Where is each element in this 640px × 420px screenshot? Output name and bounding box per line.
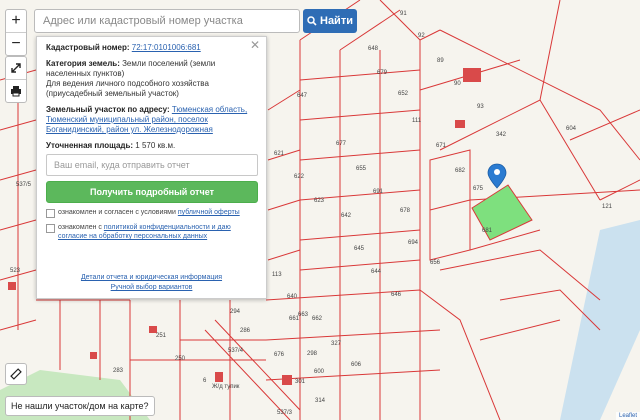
map-label-298: 298 xyxy=(307,351,318,357)
map-label-283: 283 xyxy=(113,368,124,374)
map-label-694: 694 xyxy=(408,240,419,246)
map-label-294: 294 xyxy=(230,309,241,315)
ruler-icon[interactable] xyxy=(5,363,27,385)
map-label-89: 89 xyxy=(437,58,444,64)
map-label-644: 644 xyxy=(371,269,382,275)
privacy-checkbox[interactable] xyxy=(46,224,55,233)
map-label-640: 640 xyxy=(287,294,298,300)
map-tools xyxy=(5,56,27,103)
map-label-681: 681 xyxy=(482,228,493,234)
fullscreen-icon[interactable] xyxy=(6,57,26,79)
search-button[interactable]: Найти xyxy=(303,9,357,33)
close-icon[interactable]: ✕ xyxy=(250,39,260,51)
map-label-679: 679 xyxy=(377,70,388,76)
map-label-663: 663 xyxy=(298,312,309,318)
privacy-agreement-row: ознакомлен с политикой конфиденциальност… xyxy=(46,223,258,241)
map-label-645: 645 xyxy=(354,246,365,252)
map-label-93: 93 xyxy=(477,104,484,110)
leaflet-attribution-link[interactable]: Leaflet xyxy=(615,412,640,420)
area-label: Уточненная площадь: xyxy=(46,141,134,150)
map-label-675: 675 xyxy=(473,186,484,192)
map-label-606: 606 xyxy=(351,362,362,368)
get-report-button[interactable]: Получить подробный отчет xyxy=(46,181,258,203)
map-label-662: 662 xyxy=(312,316,323,322)
manual-select-link[interactable]: Ручной выбор вариантов xyxy=(111,284,193,291)
zoom-control: + − xyxy=(5,9,27,56)
map-label-642: 642 xyxy=(341,213,352,219)
map-label-286: 286 xyxy=(240,328,251,334)
map-label-678: 678 xyxy=(400,208,411,214)
cadastral-number-label: Кадастровый номер: xyxy=(46,43,130,52)
not-found-button[interactable]: Не нашли участок/дом на карте? xyxy=(5,396,155,416)
map-label-111: 111 xyxy=(412,118,422,124)
cadastral-number-link[interactable]: 72:17:0101006:681 xyxy=(132,43,201,52)
offer-checkbox[interactable] xyxy=(46,209,55,218)
map-label-623: 623 xyxy=(314,198,325,204)
offer-link[interactable]: публичной оферты xyxy=(178,209,240,216)
zoom-out-button[interactable]: − xyxy=(6,32,26,55)
address-row: Земельный участок по адресу: Тюменская о… xyxy=(46,105,258,135)
map-label-652: 652 xyxy=(398,91,409,97)
area-value: 1 570 кв.м. xyxy=(135,141,176,150)
land-category-label: Категория земель: xyxy=(46,59,120,68)
map-label-90: 90 xyxy=(454,81,461,87)
map-label-691: 691 xyxy=(373,189,384,195)
map-label-537-5: 537/5 xyxy=(16,182,32,188)
map-label-676: 676 xyxy=(274,352,285,358)
map-label-314: 314 xyxy=(315,398,326,404)
address-label: Земельный участок по адресу: xyxy=(46,105,170,114)
privacy-agreement-text: ознакомлен с xyxy=(58,224,102,231)
map-label-91: 91 xyxy=(400,11,407,17)
map-label-301: 301 xyxy=(295,379,306,385)
area-row: Уточненная площадь: 1 570 кв.м. xyxy=(46,141,258,151)
parcel-info-panel: ✕ Кадастровый номер: 72:17:0101006:681 К… xyxy=(36,36,267,299)
map-label-113: 113 xyxy=(272,272,282,278)
land-usage-text: Для ведения личного подсобного хозяйства… xyxy=(46,79,209,98)
search-icon xyxy=(307,16,317,26)
map-label-621: 621 xyxy=(274,151,285,157)
map-label-250: 250 xyxy=(175,356,186,362)
map-label-537-3: 537/3 xyxy=(277,410,293,416)
land-category-row: Категория земель: Земли поселений (земли… xyxy=(46,59,258,79)
map-label-92: 92 xyxy=(418,33,425,39)
report-details-wrap: Детали отчета и юридическая информация xyxy=(37,273,266,282)
map-label-647: 647 xyxy=(297,93,308,99)
map-label-604: 604 xyxy=(566,126,577,132)
zoom-in-button[interactable]: + xyxy=(6,10,26,32)
map-label-600: 600 xyxy=(314,369,325,375)
map-label-671: 671 xyxy=(436,143,447,149)
search-box xyxy=(34,9,300,33)
email-field[interactable] xyxy=(46,154,258,176)
map-label-655: 655 xyxy=(356,166,367,172)
map-label-622: 622 xyxy=(294,174,305,180)
search-button-label: Найти xyxy=(320,15,353,27)
offer-agreement-text: ознакомлен и согласен с условиями xyxy=(58,209,176,216)
map-label-121: 121 xyxy=(602,204,613,210)
offer-agreement-row: ознакомлен и согласен с условиями публич… xyxy=(46,208,258,218)
map-label-251: 251 xyxy=(156,333,167,339)
map-label-682: 682 xyxy=(455,168,466,174)
map-label-railway: Ж/д тупик xyxy=(212,384,240,390)
manual-select-wrap: Ручной выбор вариантов xyxy=(37,283,266,292)
map-label-523: 523 xyxy=(10,268,21,274)
map-label-537-4: 537/4 xyxy=(228,348,244,354)
report-details-link[interactable]: Детали отчета и юридическая информация xyxy=(81,274,222,281)
search-input[interactable] xyxy=(35,10,299,32)
map-label-677: 677 xyxy=(336,141,347,147)
map-label-342: 342 xyxy=(496,132,507,138)
cadastral-number-row: Кадастровый номер: 72:17:0101006:681 xyxy=(46,43,258,53)
map-label-646: 646 xyxy=(391,292,402,298)
map-label-648: 648 xyxy=(368,46,379,52)
map-label-656: 656 xyxy=(430,260,441,266)
map-label-327: 327 xyxy=(331,341,342,347)
print-icon[interactable] xyxy=(6,79,26,102)
